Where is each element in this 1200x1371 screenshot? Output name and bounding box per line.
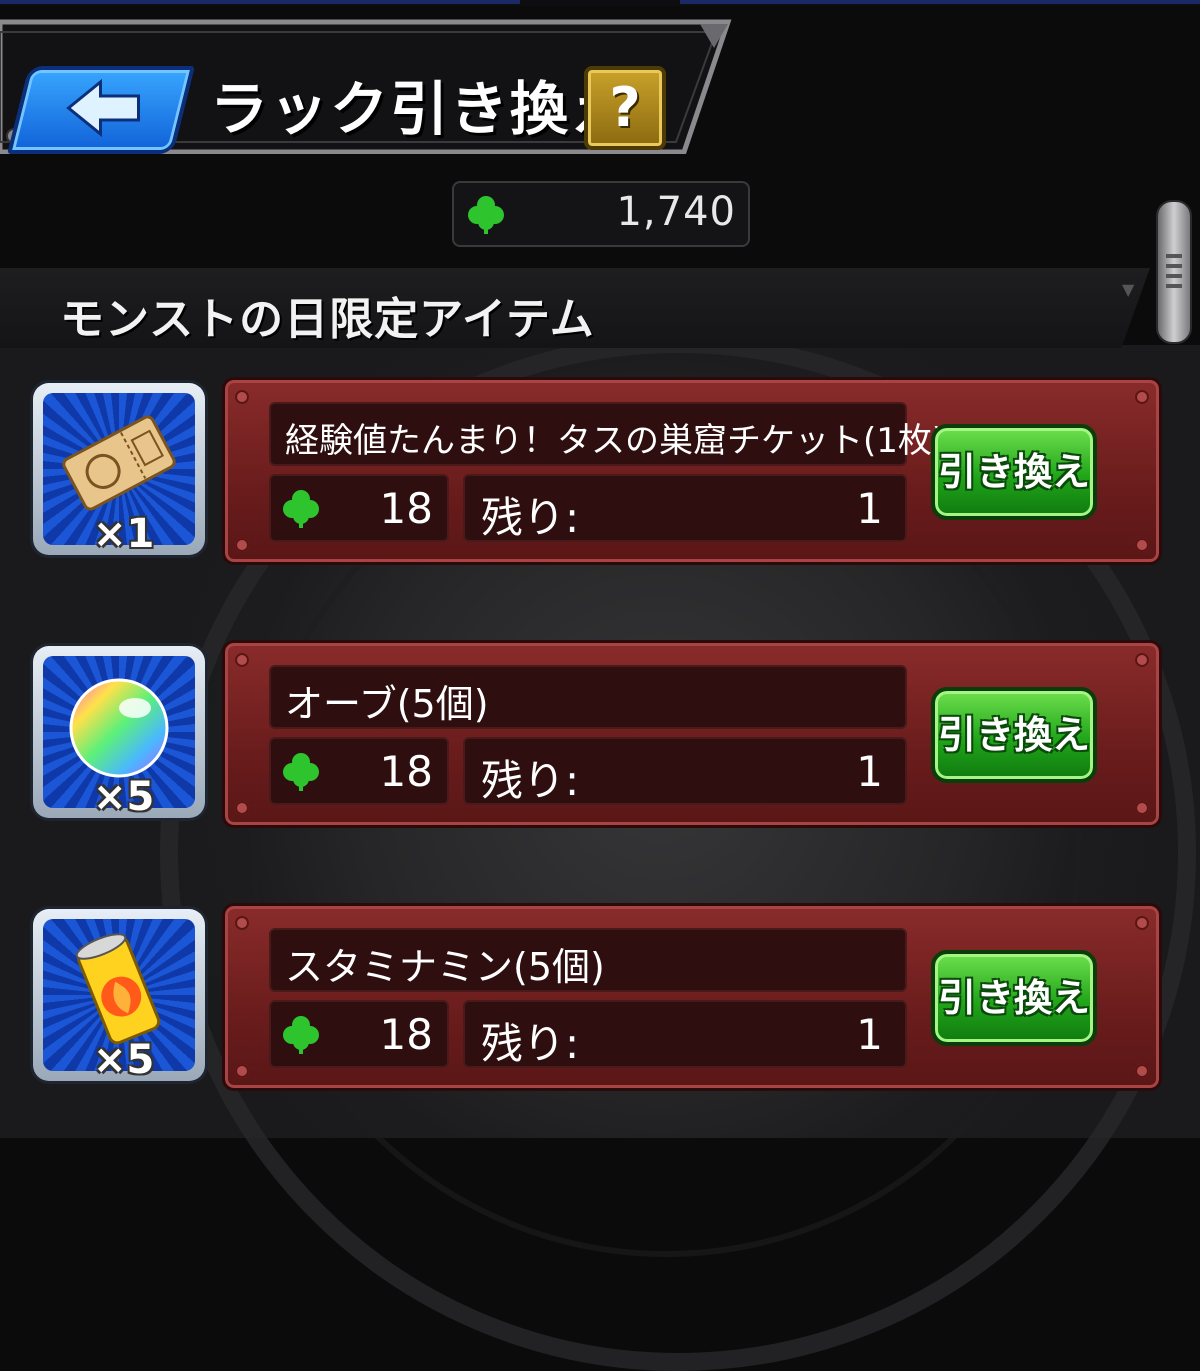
clover-icon <box>468 196 504 234</box>
list-item: ×5 オーブ(5個) 18 残り: 1 引き換え <box>0 640 1200 828</box>
remaining-value: 1 <box>856 1010 883 1059</box>
item-name-box: 経験値たんまり！タスの巣窟チケット(1枚) <box>269 402 945 466</box>
cost-box: 18 <box>269 737 449 805</box>
remaining-value: 1 <box>856 747 883 796</box>
item-name: オーブ(5個) <box>285 682 489 726</box>
scrollbar-handle[interactable] <box>1156 200 1192 344</box>
remaining-label: 残り: <box>481 493 580 542</box>
list-item: ×5 スタミナミン(5個) 18 残り: 1 引き換え <box>0 903 1200 1091</box>
cost-box: 18 <box>269 1000 449 1068</box>
exchange-button[interactable]: 引き換え <box>931 424 1097 520</box>
cost-value: 18 <box>379 747 433 796</box>
item-icon-frame: ×1 <box>33 383 205 557</box>
exchange-button[interactable]: 引き換え <box>931 687 1097 783</box>
clover-icon <box>283 1016 319 1054</box>
item-panel: 経験値たんまり！タスの巣窟チケット(1枚) 18 残り: 1 引き換え <box>222 377 1162 565</box>
item-name-box: スタミナミン(5個) <box>269 928 907 992</box>
top-status-strip <box>0 0 1200 6</box>
remaining-label: 残り: <box>481 1019 580 1068</box>
item-name: スタミナミン(5個) <box>285 945 605 989</box>
clover-icon <box>283 753 319 791</box>
list-item: ×1 経験値たんまり！タスの巣窟チケット(1枚) 18 残り: 1 引き換え <box>0 377 1200 565</box>
item-quantity: ×5 <box>93 774 155 820</box>
item-icon-frame: ×5 <box>33 646 205 820</box>
header: ラック引き換え ? <box>0 18 740 154</box>
exchange-button[interactable]: 引き換え <box>931 950 1097 1046</box>
item-name-box: オーブ(5個) <box>269 665 907 729</box>
cost-value: 18 <box>379 1010 433 1059</box>
section-title: モンストの日限定アイテム <box>60 294 595 345</box>
back-button[interactable] <box>7 66 195 154</box>
item-name: 経験値たんまり！タスの巣窟チケット(1枚) <box>285 421 946 461</box>
luck-counter: 1,740 <box>452 181 750 247</box>
page-title: ラック引き換え <box>210 75 631 143</box>
remaining-box: 残り: 1 <box>463 1000 907 1068</box>
remaining-label: 残り: <box>481 756 580 805</box>
cost-value: 18 <box>379 484 433 533</box>
item-panel: スタミナミン(5個) 18 残り: 1 引き換え <box>222 903 1162 1091</box>
item-quantity: ×1 <box>93 511 155 557</box>
item-quantity: ×5 <box>93 1037 155 1083</box>
item-icon-frame: ×5 <box>33 909 205 1083</box>
remaining-box: 残り: 1 <box>463 474 907 542</box>
luck-value: 1,740 <box>616 189 736 235</box>
cost-box: 18 <box>269 474 449 542</box>
remaining-value: 1 <box>856 484 883 533</box>
clover-icon <box>283 490 319 528</box>
remaining-box: 残り: 1 <box>463 737 907 805</box>
item-panel: オーブ(5個) 18 残り: 1 引き換え <box>222 640 1162 828</box>
section-corner-icon: ▼ <box>1122 280 1135 299</box>
back-arrow-icon <box>66 78 140 138</box>
help-button[interactable]: ? <box>584 66 666 150</box>
